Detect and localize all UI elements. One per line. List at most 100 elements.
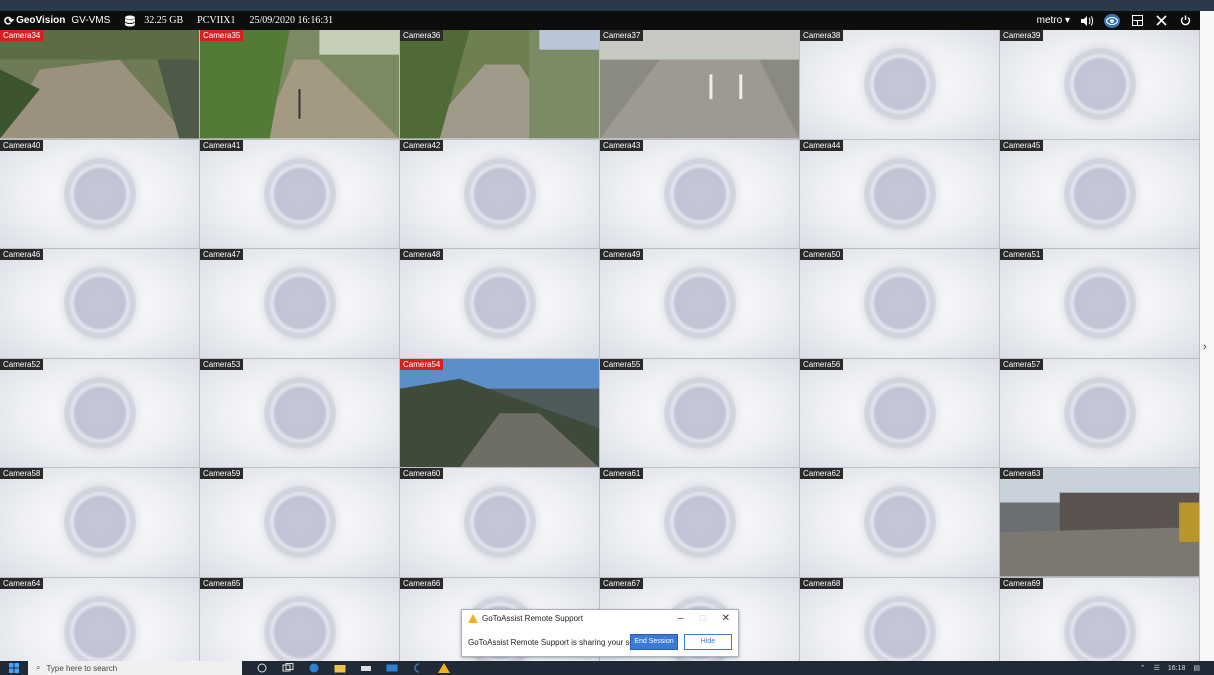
camera-tile[interactable]: Camera48: [400, 249, 600, 359]
camera-tile[interactable]: Camera60: [400, 468, 600, 578]
no-signal-camera-icon: [863, 267, 936, 340]
file-explorer-icon[interactable]: [334, 663, 346, 673]
window-title-bar: [0, 0, 1214, 11]
camera-tile[interactable]: Camera53: [200, 358, 400, 468]
minimize-icon[interactable]: –: [678, 613, 684, 624]
camera-tile[interactable]: Camera54: [400, 358, 600, 468]
printer-icon[interactable]: [360, 663, 372, 673]
no-signal-camera-icon: [63, 595, 136, 661]
mail-icon[interactable]: [386, 663, 398, 673]
camera-tile[interactable]: Camera45: [1000, 139, 1200, 249]
notifications-icon[interactable]: ▤: [1193, 664, 1200, 672]
dialog-message: GoToAssist Remote Support is sharing you…: [468, 638, 652, 647]
remote-support-dialog: GoToAssist Remote Support – □ ✕ GoToAssi…: [461, 609, 739, 657]
camera-tile[interactable]: Camera61: [600, 468, 800, 578]
camera-label: Camera42: [400, 139, 444, 151]
camera-tile[interactable]: Camera40: [0, 139, 200, 249]
camera-tile[interactable]: Camera62: [800, 468, 1000, 578]
camera-tile[interactable]: Camera38: [800, 30, 1000, 140]
geovision-logo-icon: ⟳: [4, 13, 15, 28]
layout-icon[interactable]: [1130, 14, 1144, 28]
camera-tile[interactable]: Camera50: [800, 249, 1000, 359]
camera-label: Camera69: [1000, 577, 1044, 589]
taskbar-search[interactable]: ⌕ Type here to search: [28, 661, 242, 675]
no-signal-camera-icon: [863, 48, 936, 121]
camera-feed: [200, 30, 399, 139]
tools-icon[interactable]: [1154, 14, 1168, 28]
hide-button[interactable]: Hide: [684, 634, 732, 650]
camera-tile[interactable]: Camera44: [800, 139, 1000, 249]
camera-tile[interactable]: Camera63: [1000, 468, 1200, 578]
no-signal-camera-icon: [263, 595, 336, 661]
camera-tile[interactable]: Camera56: [800, 358, 1000, 468]
camera-label: Camera52: [0, 358, 44, 370]
no-signal-camera-icon: [63, 376, 136, 449]
camera-tile[interactable]: Camera49: [600, 249, 800, 359]
no-signal-camera-icon: [263, 157, 336, 230]
camera-tile[interactable]: Camera69: [1000, 577, 1200, 661]
layout-label: metro: [1036, 15, 1063, 26]
camera-label: Camera60: [400, 468, 444, 479]
camera-tile[interactable]: Camera55: [600, 358, 800, 468]
camera-tile[interactable]: Camera65: [200, 577, 400, 661]
camera-tile[interactable]: Camera58: [0, 468, 200, 578]
camera-tile[interactable]: Camera42: [400, 139, 600, 249]
camera-label: Camera38: [800, 30, 844, 41]
no-signal-camera-icon: [263, 267, 336, 340]
camera-label: Camera37: [600, 30, 644, 41]
volume-icon[interactable]: [1080, 14, 1094, 28]
camera-tile[interactable]: Camera51: [1000, 249, 1200, 359]
camera-tile[interactable]: Camera41: [200, 139, 400, 249]
camera-tile[interactable]: Camera35: [200, 30, 400, 140]
camera-label: Camera45: [1000, 139, 1044, 151]
database-icon[interactable]: [124, 15, 136, 27]
edge-icon[interactable]: [308, 663, 320, 673]
layout-selector[interactable]: metro ▾: [1037, 15, 1070, 26]
cortana-icon[interactable]: [256, 663, 268, 673]
close-icon[interactable]: ✕: [722, 613, 730, 624]
camera-label: Camera48: [400, 249, 444, 260]
camera-label: Camera66: [400, 577, 444, 589]
camera-tile[interactable]: Camera34: [0, 30, 200, 140]
app-icon[interactable]: [412, 663, 424, 673]
camera-label: Camera67: [600, 577, 644, 589]
camera-tile[interactable]: Camera39: [1000, 30, 1200, 140]
camera-tile[interactable]: Camera59: [200, 468, 400, 578]
no-signal-camera-icon: [863, 595, 936, 661]
maximize-icon[interactable]: □: [700, 613, 706, 624]
chevron-right-icon[interactable]: ›: [1203, 341, 1207, 353]
camera-label: Camera34: [0, 30, 44, 41]
network-icon[interactable]: ☰: [1154, 664, 1160, 672]
end-session-button[interactable]: End Session: [630, 634, 678, 650]
no-signal-camera-icon: [263, 376, 336, 449]
camera-tile[interactable]: Camera57: [1000, 358, 1200, 468]
camera-label: Camera47: [200, 249, 244, 260]
brand-name: GeoVision: [16, 15, 66, 26]
camera-feed: [1000, 468, 1199, 577]
camera-tile[interactable]: Camera36: [400, 30, 600, 140]
no-signal-camera-icon: [663, 376, 736, 449]
clock[interactable]: 16:18: [1168, 665, 1186, 672]
gotoassist-icon[interactable]: [438, 663, 450, 673]
side-panel-toggle[interactable]: ›: [1200, 11, 1214, 661]
camera-tile[interactable]: Camera52: [0, 358, 200, 468]
camera-label: Camera55: [600, 358, 644, 370]
camera-tile[interactable]: Camera43: [600, 139, 800, 249]
warning-icon: [468, 614, 478, 623]
chevron-down-icon: ▾: [1064, 15, 1070, 26]
camera-tile[interactable]: Camera68: [800, 577, 1000, 661]
camera-label: Camera63: [1000, 468, 1044, 479]
camera-tile[interactable]: Camera46: [0, 249, 200, 359]
no-signal-camera-icon: [63, 486, 136, 559]
camera-tile[interactable]: Camera37: [600, 30, 800, 140]
no-signal-camera-icon: [1063, 157, 1136, 230]
camera-label: Camera64: [0, 577, 44, 589]
power-icon[interactable]: [1178, 14, 1192, 28]
camera-tile[interactable]: Camera47: [200, 249, 400, 359]
eye-icon[interactable]: [1104, 13, 1120, 28]
camera-tile[interactable]: Camera64: [0, 577, 200, 661]
camera-label: Camera58: [0, 468, 44, 479]
start-button[interactable]: [0, 661, 28, 675]
task-view-icon[interactable]: [282, 663, 294, 673]
tray-chevron-icon[interactable]: ⌃: [1140, 664, 1146, 672]
